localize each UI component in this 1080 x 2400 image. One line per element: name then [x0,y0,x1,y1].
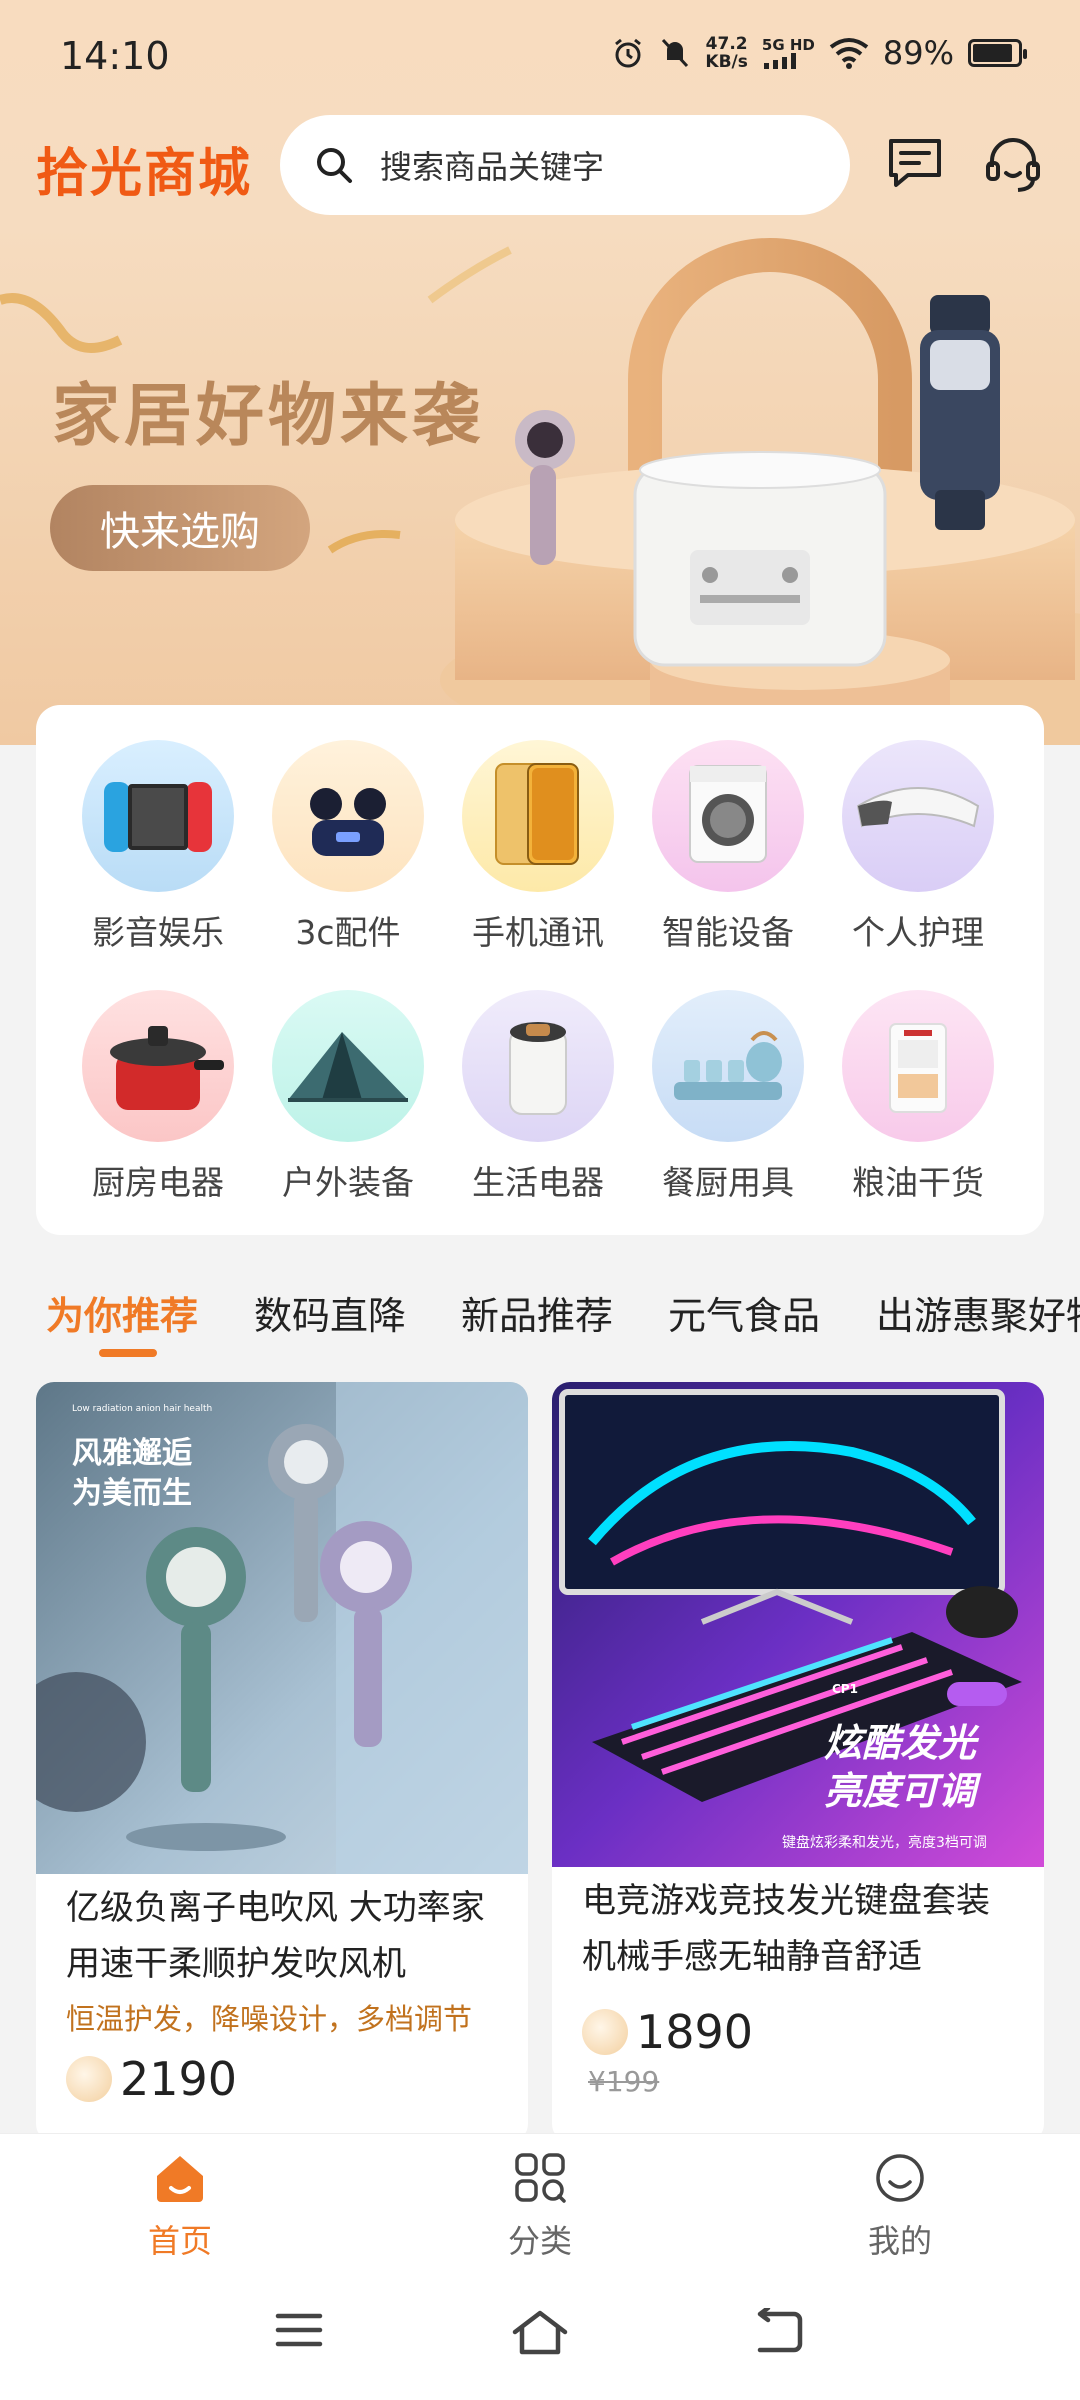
status-time: 14:10 [60,34,170,78]
earbuds-icon [272,740,424,892]
product-card[interactable]: CP1 炫酷发光 亮度可调 键盘炫彩柔和发光，亮度3档可调 电竞游戏竞技发光键盘… [552,1382,1044,2142]
phone-icon [462,740,614,892]
tab-new-products[interactable]: 新品推荐 [461,1285,613,1340]
washing-machine-icon [652,740,804,892]
price-row: 1890 [552,2005,1044,2059]
status-icons: 47.2 KB/s 5G HD 89% [611,34,1027,72]
nav-label: 我的 [867,2222,932,2260]
category-label: 手机通讯 [472,913,604,952]
category-label: 餐厨用具 [662,1163,794,1202]
search-placeholder: 搜索商品关键字 [380,148,605,186]
category-grid-icon [515,2153,566,2203]
category-label: 户外装备 [282,1163,414,1202]
category-label: 生活电器 [472,1163,604,1202]
network-type: 5G HD [762,37,815,69]
product-title: 亿级负离子电吹风 大功率家用速干柔顺护发吹风机 [66,1888,485,1984]
category-item-kitchen-appliance[interactable]: 厨房电器 [63,990,253,1204]
nav-home[interactable]: 首页 [80,2152,280,2262]
battery-percent: 89% [882,34,954,72]
product-image-slogan-1: 炫酷发光 [824,1721,977,1765]
product-image: Low radiation anion hair health 风雅邂逅 为美而… [36,1382,528,1874]
battery-icon [968,39,1027,67]
product-card[interactable]: Low radiation anion hair health 风雅邂逅 为美而… [36,1382,528,2142]
nav-label: 分类 [507,2222,572,2260]
game-console-icon [82,740,234,892]
alarm-icon [615,38,642,68]
system-nav-bar [0,2278,1080,2400]
status-bar: 14:10 47.2 KB/s 5G HD 89% [0,0,1080,115]
mute-icon [662,38,689,68]
category-label: 个人护理 [852,913,984,952]
home-icon [157,2156,203,2202]
tent-icon [272,990,424,1142]
category-label: 影音娱乐 [92,913,224,952]
home-button-icon[interactable] [510,2308,570,2356]
product-image-slogan-2: 为美而生 [72,1476,192,1511]
price-row: 2190 [36,2052,528,2106]
product-price: 1890 [636,2005,754,2059]
recommend-tabs: 为你推荐 数码直降 新品推荐 元气食品 出游惠聚好物 [0,1285,1080,1365]
points-coin-icon [66,2056,112,2102]
nav-profile[interactable]: 我的 [800,2152,1000,2262]
tab-for-you[interactable]: 为你推荐 [46,1285,198,1340]
nav-label: 首页 [147,2222,212,2260]
header: 拾光商城 搜索商品关键字 [0,115,1080,215]
product-title: 电竞游戏竞技发光键盘套装 机械手感无轴静音舒适 [582,1881,990,1977]
air-purifier-icon [462,990,614,1142]
product-image-caption: Low radiation anion hair health [72,1404,213,1414]
product-image: CP1 炫酷发光 亮度可调 键盘炫彩柔和发光，亮度3档可调 [552,1382,1044,1867]
category-item-grain-oil[interactable]: 粮油干货 [823,990,1013,1204]
customer-service-icon[interactable] [982,135,1044,197]
category-label: 厨房电器 [92,1163,224,1202]
tab-snacks[interactable]: 元气食品 [668,1285,820,1340]
profile-icon [876,2154,924,2202]
active-tab-indicator [99,1349,157,1357]
category-label: 智能设备 [662,913,794,952]
tab-travel-deals[interactable]: 出游惠聚好物 [876,1285,1080,1340]
category-item-smart-device[interactable]: 智能设备 [633,740,823,954]
search-input[interactable]: 搜索商品关键字 [280,115,850,215]
product-price: 2190 [120,2052,238,2106]
wifi-icon [829,38,869,69]
net-speed: 47.2 KB/s [705,34,748,72]
back-icon[interactable] [752,2308,804,2356]
product-image-slogan-1: 风雅邂逅 [72,1436,192,1471]
category-item-phone[interactable]: 手机通讯 [443,740,633,954]
message-icon[interactable] [886,135,944,191]
signal-icon [763,52,796,69]
points-coin-icon [582,2009,628,2055]
tea-set-icon [652,990,804,1142]
banner-shop-button[interactable]: 快来选购 [50,485,310,571]
banner-title: 家居好物来袭 [52,377,485,456]
product-original-price: ¥199 [588,2065,660,2098]
product-image-slogan-2: 亮度可调 [824,1769,977,1813]
category-label: 粮油干货 [852,1163,984,1202]
category-item-tableware[interactable]: 餐厨用具 [633,990,823,1204]
eye-massager-icon [842,740,994,892]
rice-bag-icon [842,990,994,1142]
menu-icon[interactable] [274,2308,324,2352]
category-item-home-appliance[interactable]: 生活电器 [443,990,633,1204]
product-image-badge: CP1 [832,1682,858,1696]
product-image-caption: 键盘炫彩柔和发光，亮度3档可调 [782,1835,987,1851]
category-item-entertainment[interactable]: 影音娱乐 [63,740,253,954]
tab-digital-deals[interactable]: 数码直降 [254,1285,406,1340]
category-item-outdoor[interactable]: 户外装备 [253,990,443,1204]
product-subtitle: 恒温护发，降噪设计，多档调节 [66,2002,473,2036]
nav-category[interactable]: 分类 [440,2152,640,2262]
category-item-personal-care[interactable]: 个人护理 [823,740,1013,954]
category-label: 3c配件 [295,913,401,952]
category-grid: 影音娱乐 3c配件 手机通讯 智能设备 个人护理 厨房电器 户外装备 生活电器 … [36,705,1044,1235]
bottom-nav: 首页 分类 我的 [0,2133,1080,2278]
pressure-cooker-icon [82,990,234,1142]
promo-banner[interactable]: 家居好物来袭 快来选购 [0,230,1080,745]
app-logo: 拾光商城 [36,144,253,204]
search-icon [317,148,352,183]
category-item-3c[interactable]: 3c配件 [253,740,443,954]
